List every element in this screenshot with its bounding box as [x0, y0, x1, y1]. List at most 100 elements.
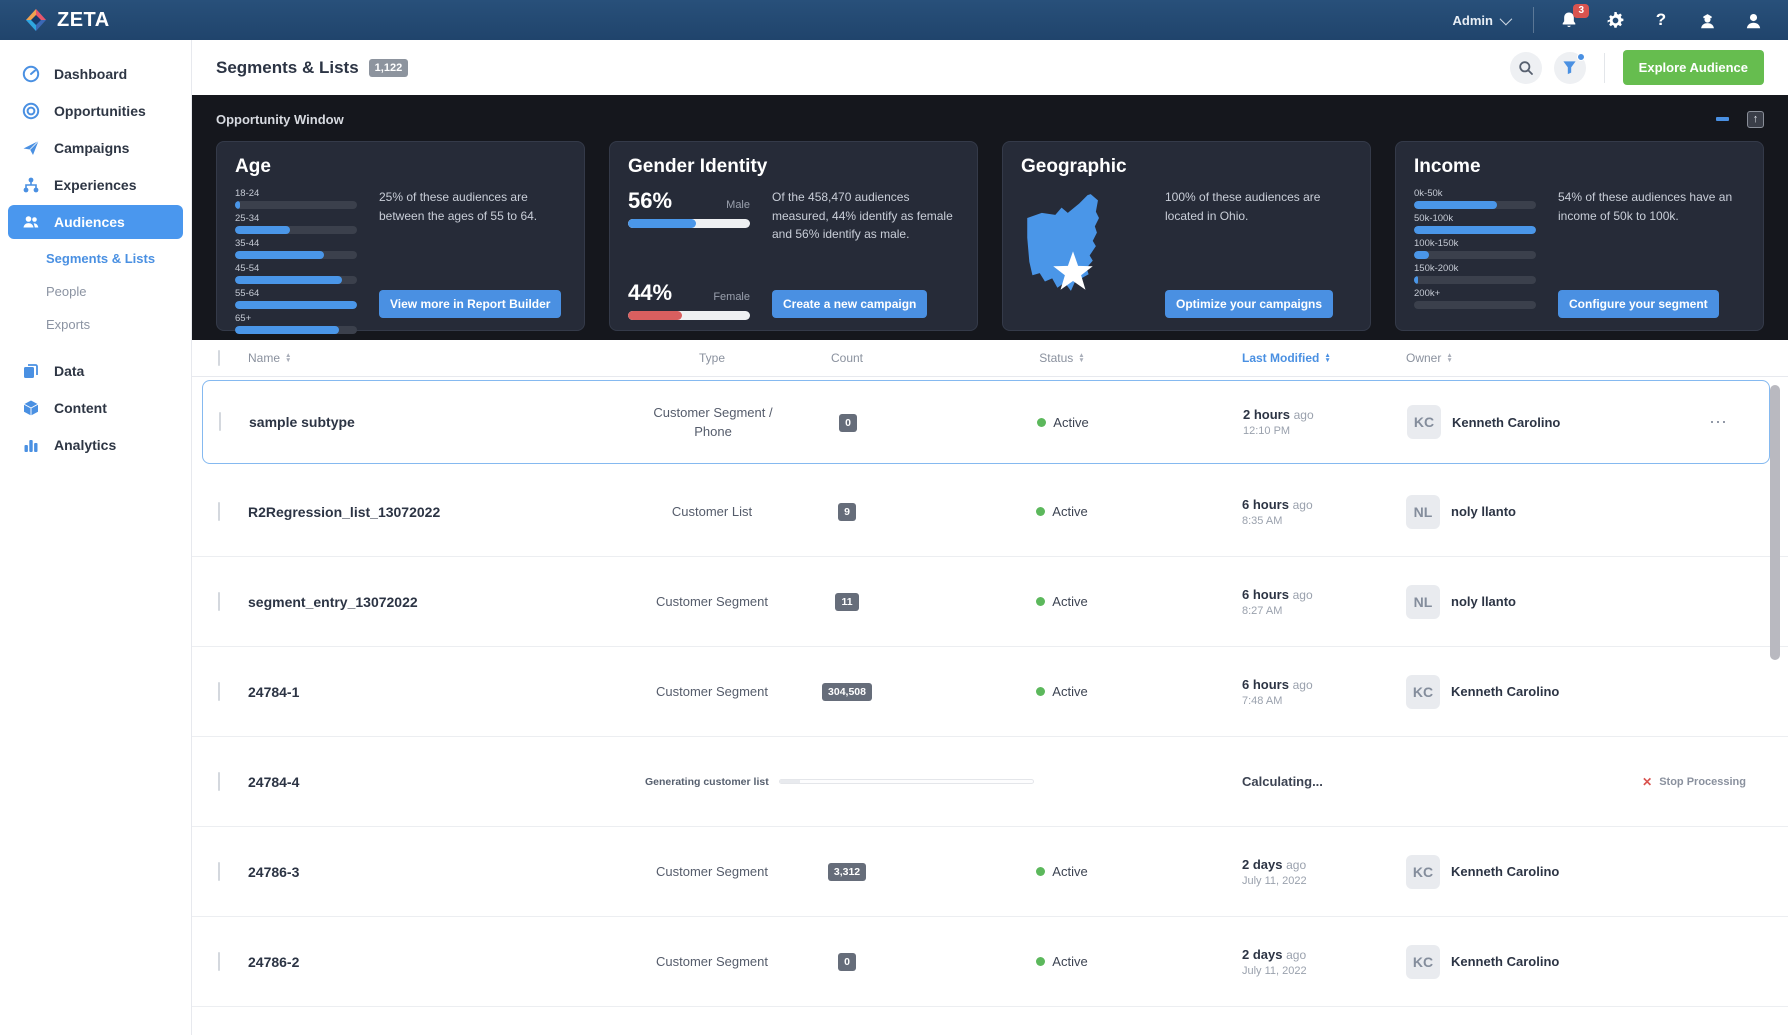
segment-name[interactable]: sample subtype [241, 414, 633, 430]
female-bar-fill [628, 311, 682, 320]
sort-icon[interactable]: ▲ ▼ [1078, 352, 1084, 364]
filter-funnel-icon [1563, 61, 1576, 75]
ohio-state-icon [1027, 194, 1099, 291]
segment-type: Customer Segment [656, 683, 768, 699]
table-row[interactable]: 24786-3 Customer Segment 3,312 Active 2 … [192, 827, 1788, 917]
segment-name[interactable]: R2Regression_list_13072022 [240, 504, 632, 520]
income-bar-fill [1414, 276, 1418, 284]
notification-count-badge: 3 [1573, 4, 1589, 18]
view-report-builder-button[interactable]: View more in Report Builder [379, 290, 562, 318]
page-header: Segments & Lists 1,122 Explore Audience [192, 40, 1788, 95]
owner-avatar: KC [1406, 944, 1440, 979]
row-checkbox[interactable] [218, 861, 220, 881]
sidebar: Dashboard Opportunities Campaigns Experi… [0, 40, 192, 1035]
segment-name[interactable]: 24786-3 [240, 864, 632, 880]
segment-name[interactable]: 24786-2 [240, 954, 632, 970]
search-icon [1518, 60, 1533, 75]
gender-identity-card: Gender Identity 56% Male 44% Female Of t… [609, 141, 978, 331]
row-checkbox[interactable] [219, 412, 221, 431]
segment-name[interactable]: segment_entry_13072022 [240, 594, 632, 610]
income-bar-label: 150k-200k [1414, 263, 1459, 274]
owner-avatar: NL [1406, 494, 1440, 529]
row-checkbox[interactable] [218, 771, 220, 791]
create-campaign-button[interactable]: Create a new campaign [772, 290, 928, 318]
owner-avatar: KC [1406, 674, 1440, 709]
sort-icon[interactable]: ▲ ▼ [1324, 352, 1330, 364]
sidebar-subitem-segments-lists[interactable]: Segments & Lists [0, 242, 191, 275]
paper-plane-icon [22, 139, 40, 157]
female-percentage: 44% [628, 280, 673, 305]
settings-button[interactable] [1604, 9, 1626, 31]
income-bar-fill [1414, 251, 1429, 259]
zeta-brand[interactable]: ZETA [24, 8, 110, 32]
sidebar-subitem-people[interactable]: People [0, 275, 191, 308]
table-row[interactable]: 24786-2 Customer Segment 0 Active 2 days… [192, 917, 1788, 1007]
explore-audience-button[interactable]: Explore Audience [1622, 50, 1764, 85]
notifications-button[interactable]: 3 [1558, 4, 1589, 31]
row-checkbox[interactable] [218, 591, 220, 611]
ohio-map [1021, 188, 1143, 320]
status-label: Active [1052, 954, 1088, 969]
sidebar-item-dashboard[interactable]: Dashboard [8, 57, 183, 91]
owner-name: Kenneth Carolino [1452, 414, 1561, 430]
row-checkbox[interactable] [218, 951, 220, 971]
row-checkbox[interactable] [218, 681, 220, 701]
optimize-campaigns-button[interactable]: Optimize your campaigns [1165, 290, 1334, 318]
column-header-status[interactable]: Status ▲ ▼ [902, 351, 1222, 365]
table-row[interactable]: R2Regression_list_13072022 Customer List… [192, 467, 1788, 557]
popout-icon[interactable]: ↑ [1747, 110, 1764, 128]
sidebar-item-opportunities[interactable]: Opportunities [8, 94, 183, 128]
owner-name: Kenneth Carolino [1451, 954, 1560, 969]
geographic-card: Geographic 100% of these audiences are l… [1002, 141, 1371, 331]
user-icon [1746, 13, 1760, 28]
male-label: Male [726, 199, 750, 211]
segment-name[interactable]: 24784-1 [240, 684, 632, 700]
filter-button[interactable] [1553, 51, 1586, 84]
sidebar-item-data[interactable]: Data [8, 354, 183, 388]
select-all-checkbox[interactable] [218, 350, 220, 366]
search-button[interactable] [1509, 51, 1542, 84]
sidebar-subitem-exports[interactable]: Exports [0, 308, 191, 341]
column-header-count[interactable]: Count [792, 351, 902, 365]
row-checkbox[interactable] [218, 501, 220, 521]
help-button[interactable]: ? [1650, 9, 1672, 31]
stop-processing-button[interactable]: ✕ Stop Processing [1642, 775, 1788, 789]
column-header-type[interactable]: Type [632, 351, 792, 365]
sidebar-item-analytics[interactable]: Analytics [8, 428, 183, 462]
count-badge: 304,508 [822, 683, 872, 701]
table-row[interactable]: 24784-1 Customer Segment 304,508 Active … [192, 647, 1788, 737]
income-bar-label: 100k-150k [1414, 238, 1459, 249]
support-agent-button[interactable] [1696, 9, 1718, 31]
configure-segment-button[interactable]: Configure your segment [1558, 290, 1719, 318]
age-bar-label: 25-34 [235, 213, 260, 224]
column-header-last-modified[interactable]: Last Modified ▲ ▼ [1222, 351, 1392, 365]
segment-name[interactable]: 24784-4 [240, 774, 632, 790]
table-row-processing[interactable]: 24784-4 Generating customer list Calcula… [192, 737, 1788, 827]
count-badge: 0 [838, 953, 856, 971]
table-row[interactable]: segment_entry_13072022 Customer Segment … [192, 557, 1788, 647]
age-bar-fill [235, 276, 343, 284]
sidebar-item-campaigns[interactable]: Campaigns [8, 131, 183, 165]
row-more-menu[interactable]: ⋯ [1709, 412, 1769, 433]
sidebar-item-experiences[interactable]: Experiences [8, 168, 183, 202]
sort-icon[interactable]: ▲ ▼ [1446, 352, 1452, 364]
owner-name: noly llanto [1451, 594, 1516, 609]
admin-dropdown[interactable]: Admin [1453, 12, 1513, 28]
column-header-owner[interactable]: Owner ▲ ▼ [1392, 351, 1788, 365]
modified-relative: 2 hours [1243, 407, 1290, 422]
minimize-icon[interactable] [1716, 117, 1729, 121]
processing-progress-bar [778, 779, 1034, 784]
sidebar-item-content[interactable]: Content [8, 391, 183, 425]
age-bar-fill [235, 326, 339, 334]
table-row[interactable]: sample subtype Customer Segment / Phone … [202, 380, 1770, 464]
income-bar-label: 200k+ [1414, 288, 1441, 299]
status-label: Active [1052, 684, 1088, 699]
scrollbar-thumb[interactable] [1770, 385, 1780, 660]
sort-icon[interactable]: ▲ ▼ [285, 352, 291, 364]
sidebar-item-audiences[interactable]: Audiences [8, 205, 183, 239]
male-bar-fill [628, 219, 697, 228]
column-header-name[interactable]: Name ▲ ▼ [240, 351, 632, 365]
user-profile-button[interactable] [1742, 9, 1764, 31]
count-badge: 11 [835, 593, 859, 611]
income-bar-label: 0k-50k [1414, 188, 1443, 199]
